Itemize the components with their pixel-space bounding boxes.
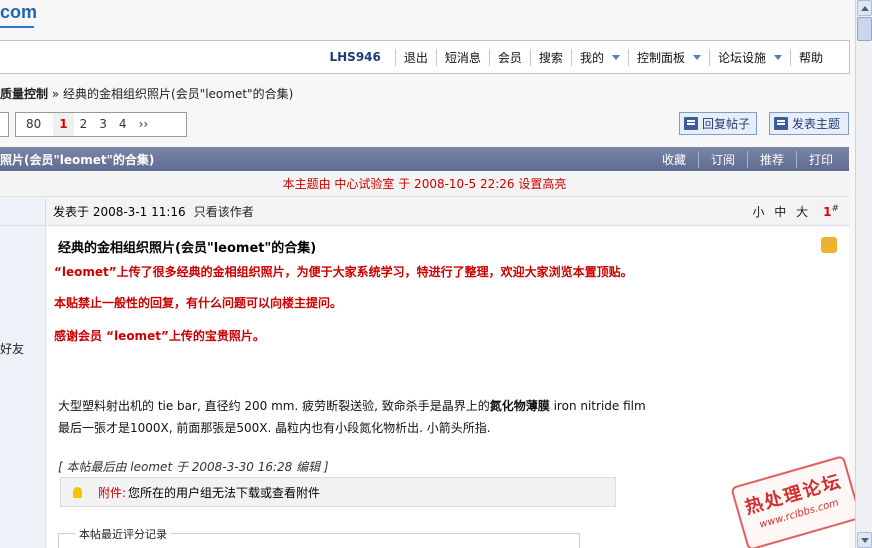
nav-logout[interactable]: 退出 [394, 48, 436, 66]
pager-page-2[interactable]: 2 [74, 113, 94, 136]
post-body-line-2: 最后一張才是1000X, 前面那張是500X. 晶粒内也有小段氮化物析出. 小箭… [58, 421, 491, 435]
post-red-line-3: 感谢会员 “leomet”上传的宝贵照片。 [54, 329, 265, 343]
username-link[interactable]: LHS946 [329, 50, 380, 64]
breadcrumb: 质量控制 » 经典的金相组织照片(会员"leomet"的合集) [0, 85, 293, 102]
chevron-down-icon [773, 54, 782, 60]
nav-my[interactable]: 我的 [570, 48, 628, 66]
reply-icon [684, 117, 698, 130]
post-floor[interactable]: 1# [823, 204, 839, 219]
post-body-line-1: 大型塑料射出机的 tie bar, 直径约 200 mm. 疲劳断裂送验, 致命… [58, 397, 646, 414]
top-nav: LHS946 退出 短消息 会员 搜索 我的 控制面板 论坛设施 帮助 [0, 40, 850, 74]
attachment-label: 附件: [98, 485, 127, 500]
scroll-down-button[interactable] [857, 532, 872, 548]
site-logo[interactable]: com [0, 2, 37, 23]
arrow-up-icon [861, 6, 869, 11]
pager-prev[interactable] [0, 112, 9, 137]
rating-record-legend: 本帖最近评分记录 [75, 526, 171, 542]
thread-header-bar: 照片(会员"leomet"的合集) 收藏 订阅 推荐 打印 [0, 147, 849, 171]
body-line1-pre: 大型塑料射出机的 tie bar, 直径约 200 mm. 疲劳断裂送验, 致命… [58, 399, 490, 413]
nav-search[interactable]: 搜索 [529, 48, 571, 66]
pager-page-4[interactable]: 4 [113, 113, 133, 136]
nav-messages-label: 短消息 [444, 50, 481, 65]
nav-logout-label: 退出 [403, 50, 428, 65]
nav-members-label: 会员 [497, 50, 522, 65]
logo-underline [0, 26, 34, 28]
post-title: 经典的金相组织照片(会员"leomet"的合集) [58, 241, 317, 256]
nav-control-panel-label: 控制面板 [636, 50, 685, 65]
pager-next[interactable]: ›› [133, 113, 155, 136]
attachment-text: 您所在的用户组无法下载或查看附件 [128, 485, 321, 500]
nav-search-label: 搜索 [538, 50, 563, 65]
add-friend-link[interactable]: 好友 [0, 340, 24, 357]
rating-record-box: 本帖最近评分记录 [58, 526, 580, 548]
scroll-up-button[interactable] [857, 0, 872, 16]
post-floor-mark: # [831, 204, 839, 214]
post-meta: 发表于 2008-3-1 11:16 只看该作者 小 中 大 1# [47, 198, 849, 226]
post-red-line-2: 本贴禁止一般性的回复，有什么问题可以向楼主提问。 [54, 296, 343, 310]
breadcrumb-separator: » [51, 87, 60, 101]
post-body: 经典的金相组织照片(会员"leomet"的合集) “leomet”上传了很多经典… [47, 227, 849, 548]
nav-my-label: 我的 [579, 50, 604, 65]
nav-help[interactable]: 帮助 [789, 48, 831, 66]
pager-page-1: 1 [53, 113, 74, 136]
body-line1-bold: 氮化物薄膜 [489, 399, 550, 413]
font-size-switch[interactable]: 小 中 大 [752, 203, 811, 220]
post-date: 发表于 2008-3-1 11:16 [53, 205, 186, 219]
pager: 80 1 2 3 4 ›› [15, 112, 187, 137]
breadcrumb-thread: 经典的金相组织照片(会员"leomet"的合集) [63, 87, 294, 101]
thumbs-up-icon[interactable] [821, 237, 837, 253]
highlight-note: 本主题由 中心试验室 于 2008-10-5 22:26 设置高亮 [0, 172, 849, 197]
body-line1-post: iron nitride film [549, 399, 646, 413]
author-only-link[interactable]: 只看该作者 [194, 203, 254, 220]
print-link[interactable]: 打印 [795, 150, 849, 168]
reply-button[interactable]: 回复帖子 [679, 112, 757, 135]
chevron-down-icon [692, 54, 701, 60]
favorite-link[interactable]: 收藏 [650, 151, 698, 168]
nav-messages[interactable]: 短消息 [435, 48, 489, 66]
breadcrumb-forum[interactable]: 质量控制 [0, 87, 48, 101]
post-author-sidebar: 好友 [0, 198, 46, 548]
page-root: com LHS946 退出 短消息 会员 搜索 我的 控制面板 论坛设施 帮助 … [0, 0, 855, 548]
scrollbar-thumb[interactable] [857, 17, 872, 41]
nav-forum-tools[interactable]: 论坛设施 [708, 48, 790, 66]
nav-control-panel[interactable]: 控制面板 [627, 48, 709, 66]
new-topic-button-label: 发表主题 [792, 117, 841, 131]
new-topic-icon [774, 117, 788, 130]
recommend-link[interactable]: 推荐 [746, 150, 796, 168]
post-red-line-1: “leomet”上传了很多经典的金相组织照片，为便于大家系统学习，特进行了整理，… [54, 265, 633, 279]
nav-forum-tools-label: 论坛设施 [717, 50, 766, 65]
arrow-down-icon [861, 538, 869, 543]
nav-help-label: 帮助 [798, 50, 823, 65]
attachment-notice: 附件: 您所在的用户组无法下载或查看附件 [60, 477, 616, 507]
pager-total[interactable]: 80 [16, 113, 53, 136]
nav-members[interactable]: 会员 [488, 48, 530, 66]
post-edited-note: [ 本帖最后由 leomet 于 2008-3-30 16:28 编辑 ] [58, 460, 329, 474]
pager-page-3[interactable]: 3 [93, 113, 113, 136]
sidebar-header [0, 198, 45, 226]
thread-title: 照片(会员"leomet"的合集) [0, 152, 155, 167]
new-topic-button[interactable]: 发表主题 [769, 112, 849, 135]
reply-button-label: 回复帖子 [702, 117, 751, 131]
vertical-scrollbar[interactable] [855, 0, 872, 548]
chevron-down-icon [611, 54, 620, 60]
subscribe-link[interactable]: 订阅 [697, 150, 747, 168]
lightbulb-icon [73, 486, 82, 498]
